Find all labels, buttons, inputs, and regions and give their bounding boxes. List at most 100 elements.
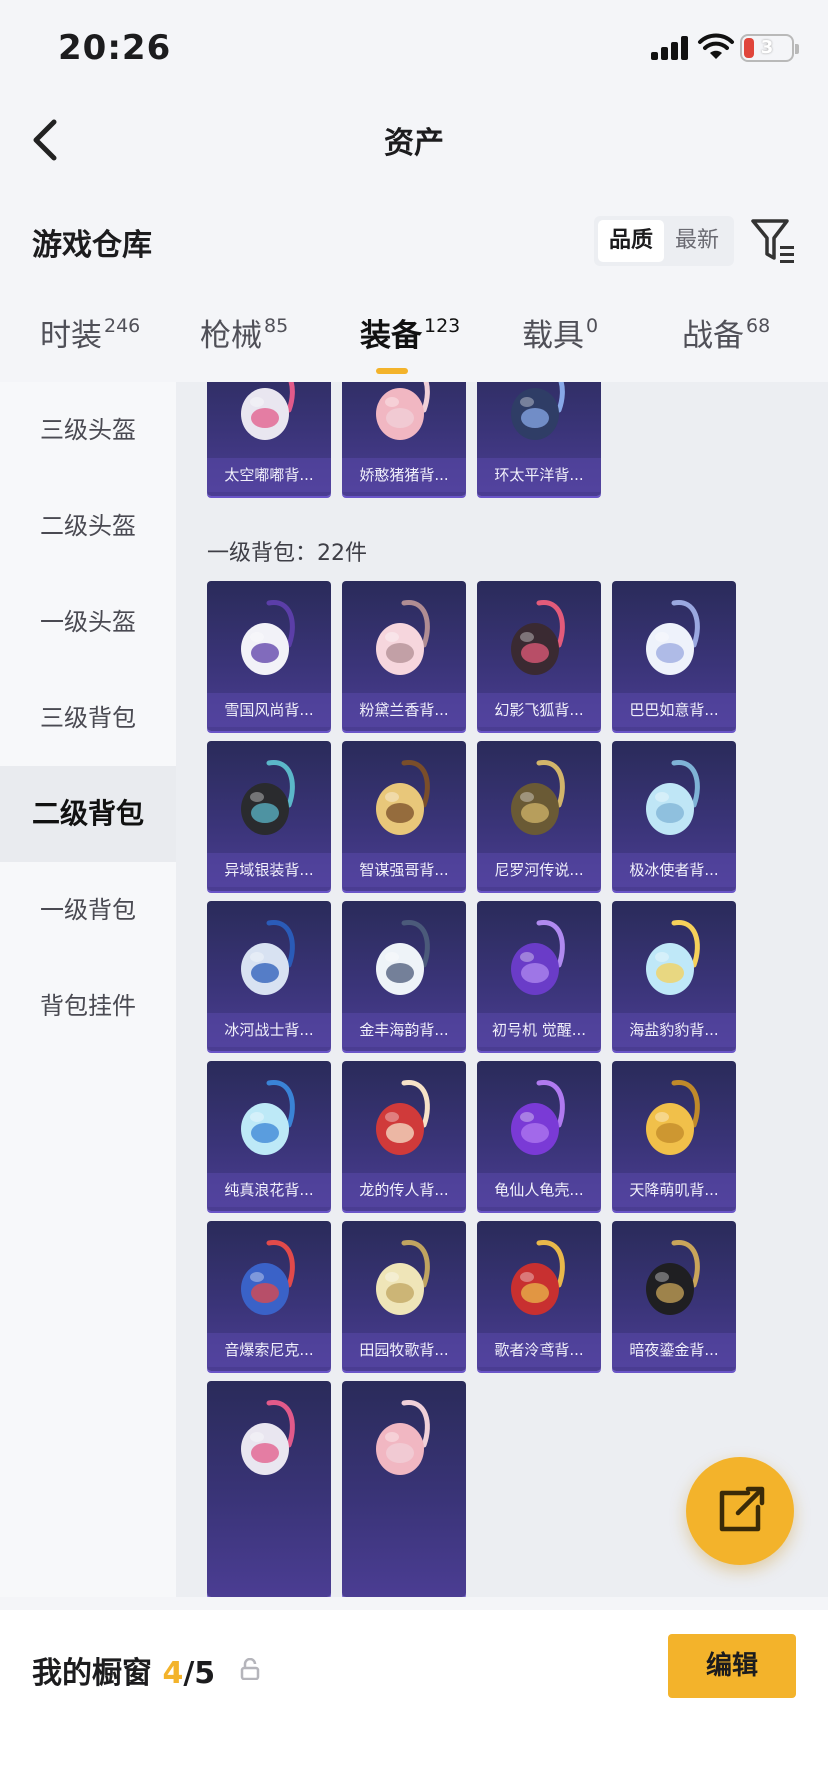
showcase-label: 我的橱窗 bbox=[32, 1656, 152, 1691]
backpack-icon bbox=[511, 1080, 565, 1155]
backpack-icon bbox=[376, 600, 430, 675]
item-name: 幻影飞狐背... bbox=[477, 693, 601, 727]
item-card[interactable]: 海盐豹豹背... bbox=[612, 901, 736, 1051]
item-card[interactable]: 纯真浪花背... bbox=[207, 1061, 331, 1211]
sidebar-item-level1-backpack[interactable]: 一级背包 bbox=[0, 862, 176, 958]
item-card[interactable] bbox=[342, 1381, 466, 1597]
backpack-icon bbox=[376, 1080, 430, 1155]
item-card[interactable]: 太空嘟嘟背... bbox=[207, 382, 331, 496]
showcase-summary: 我的橱窗 4/5 bbox=[32, 1648, 215, 1692]
item-card[interactable]: 极冰使者背... bbox=[612, 741, 736, 891]
item-name: 极冰使者背... bbox=[612, 853, 736, 887]
tab-equipment[interactable]: 装备 123 bbox=[360, 310, 460, 380]
backpack-icon bbox=[511, 920, 565, 995]
item-card[interactable]: 初号机 觉醒... bbox=[477, 901, 601, 1051]
item-card[interactable]: 娇憨猪猪背... bbox=[342, 382, 466, 496]
item-card[interactable]: 雪国风尚背... bbox=[207, 581, 331, 731]
item-card[interactable]: 音爆索尼克... bbox=[207, 1221, 331, 1371]
item-card[interactable]: 尼罗河传说... bbox=[477, 741, 601, 891]
item-card[interactable]: 龙的传人背... bbox=[342, 1061, 466, 1211]
item-name: 海盐豹豹背... bbox=[612, 1013, 736, 1047]
sidebar-item-level2-backpack[interactable]: 二级背包 bbox=[0, 766, 176, 862]
backpack-icon bbox=[511, 1240, 565, 1315]
sidebar-item-level1-helmet[interactable]: 一级头盔 bbox=[0, 574, 176, 670]
item-card[interactable]: 暗夜鎏金背... bbox=[612, 1221, 736, 1371]
item-name: 冰河战士背... bbox=[207, 1013, 331, 1047]
backpack-icon bbox=[511, 760, 565, 835]
item-name: 雪国风尚背... bbox=[207, 693, 331, 727]
item-name: 龟仙人龟壳... bbox=[477, 1173, 601, 1207]
item-name: 粉黛兰香背... bbox=[342, 693, 466, 727]
item-name: 智谋强哥背... bbox=[342, 853, 466, 887]
item-name: 龙的传人背... bbox=[342, 1173, 466, 1207]
backpack-icon bbox=[511, 382, 565, 440]
page-title: 资产 bbox=[384, 126, 444, 161]
item-name: 娇憨猪猪背... bbox=[342, 458, 466, 492]
item-card[interactable]: 冰河战士背... bbox=[207, 901, 331, 1051]
item-card[interactable]: 幻影飞狐背... bbox=[477, 581, 601, 731]
item-card[interactable]: 龟仙人龟壳... bbox=[477, 1061, 601, 1211]
tab-fashion[interactable]: 时装 246 bbox=[40, 310, 140, 380]
share-button[interactable] bbox=[686, 1457, 794, 1565]
status-bar: 20:26 3 bbox=[0, 0, 828, 100]
item-name: 金丰海韵背... bbox=[342, 1013, 466, 1047]
backpack-icon bbox=[646, 760, 700, 835]
backpack-icon bbox=[511, 600, 565, 675]
item-name: 歌者泠鸢背... bbox=[477, 1333, 601, 1367]
item-name: 巴巴如意背... bbox=[612, 693, 736, 727]
showcase-total-count: /5 bbox=[183, 1656, 216, 1691]
item-name: 太空嘟嘟背... bbox=[207, 458, 331, 492]
showcase-bar: 我的橱窗 4/5 编辑 bbox=[0, 1610, 828, 1792]
item-card[interactable]: 田园牧歌背... bbox=[342, 1221, 466, 1371]
item-card[interactable]: 粉黛兰香背... bbox=[342, 581, 466, 731]
item-card[interactable]: 智谋强哥背... bbox=[342, 741, 466, 891]
tab-firearms[interactable]: 枪械 85 bbox=[200, 310, 288, 380]
item-card[interactable]: 金丰海韵背... bbox=[342, 901, 466, 1051]
item-name: 初号机 觉醒... bbox=[477, 1013, 601, 1047]
backpack-icon bbox=[241, 760, 295, 835]
sort-by-quality-button[interactable]: 品质 bbox=[598, 220, 664, 262]
item-name: 音爆索尼克... bbox=[207, 1333, 331, 1367]
tab-supplies[interactable]: 战备 68 bbox=[682, 310, 770, 380]
sort-by-newest-button[interactable]: 最新 bbox=[664, 220, 730, 262]
tab-vehicles[interactable]: 载具 0 bbox=[522, 310, 598, 380]
item-card[interactable]: 异域银装背... bbox=[207, 741, 331, 891]
item-name: 尼罗河传说... bbox=[477, 853, 601, 887]
sort-toggle: 品质 最新 bbox=[594, 216, 734, 266]
backpack-icon bbox=[646, 1240, 700, 1315]
battery-icon: 3 bbox=[740, 34, 799, 62]
backpack-icon bbox=[241, 600, 295, 675]
item-card[interactable]: 歌者泠鸢背... bbox=[477, 1221, 601, 1371]
item-card[interactable]: 天降萌叽背... bbox=[612, 1061, 736, 1211]
battery-level: 3 bbox=[760, 37, 774, 58]
backpack-icon bbox=[376, 920, 430, 995]
backpack-icon bbox=[241, 920, 295, 995]
edit-button[interactable]: 编辑 bbox=[668, 1634, 796, 1698]
backpack-icon bbox=[241, 1400, 295, 1475]
backpack-icon bbox=[376, 1240, 430, 1315]
backpack-icon bbox=[376, 382, 430, 440]
item-name: 环太平洋背... bbox=[477, 458, 601, 492]
item-name: 异域银装背... bbox=[207, 853, 331, 887]
item-grid: 一级背包：22件 太空嘟嘟背... 娇憨猪猪背... 环太平洋背... 雪国风尚背..… bbox=[176, 382, 828, 1597]
backpack-icon bbox=[241, 382, 295, 440]
item-name: 田园牧歌背... bbox=[342, 1333, 466, 1367]
item-name: 纯真浪花背... bbox=[207, 1173, 331, 1207]
cellular-signal-icon bbox=[651, 36, 691, 60]
wifi-icon bbox=[698, 33, 734, 59]
item-card[interactable]: 巴巴如意背... bbox=[612, 581, 736, 731]
backpack-icon bbox=[241, 1240, 295, 1315]
item-card[interactable] bbox=[207, 1381, 331, 1597]
status-time: 20:26 bbox=[58, 28, 172, 68]
item-name: 天降萌叽背... bbox=[612, 1173, 736, 1207]
sidebar-item-level3-backpack[interactable]: 三级背包 bbox=[0, 670, 176, 766]
item-name: 暗夜鎏金背... bbox=[612, 1333, 736, 1367]
sidebar-item-backpack-charm[interactable]: 背包挂件 bbox=[0, 958, 176, 1054]
category-tabs: 时装 246 枪械 85 装备 123 载具 0 战备 68 bbox=[0, 310, 828, 380]
sidebar-item-level2-helmet[interactable]: 二级头盔 bbox=[0, 478, 176, 574]
item-card[interactable]: 环太平洋背... bbox=[477, 382, 601, 496]
warehouse-header: 游戏仓库 品质 最新 bbox=[0, 210, 828, 270]
nav-bar: 资产 bbox=[0, 100, 828, 180]
sidebar-item-level3-helmet[interactable]: 三级头盔 bbox=[0, 382, 176, 478]
filter-icon[interactable] bbox=[750, 216, 796, 266]
